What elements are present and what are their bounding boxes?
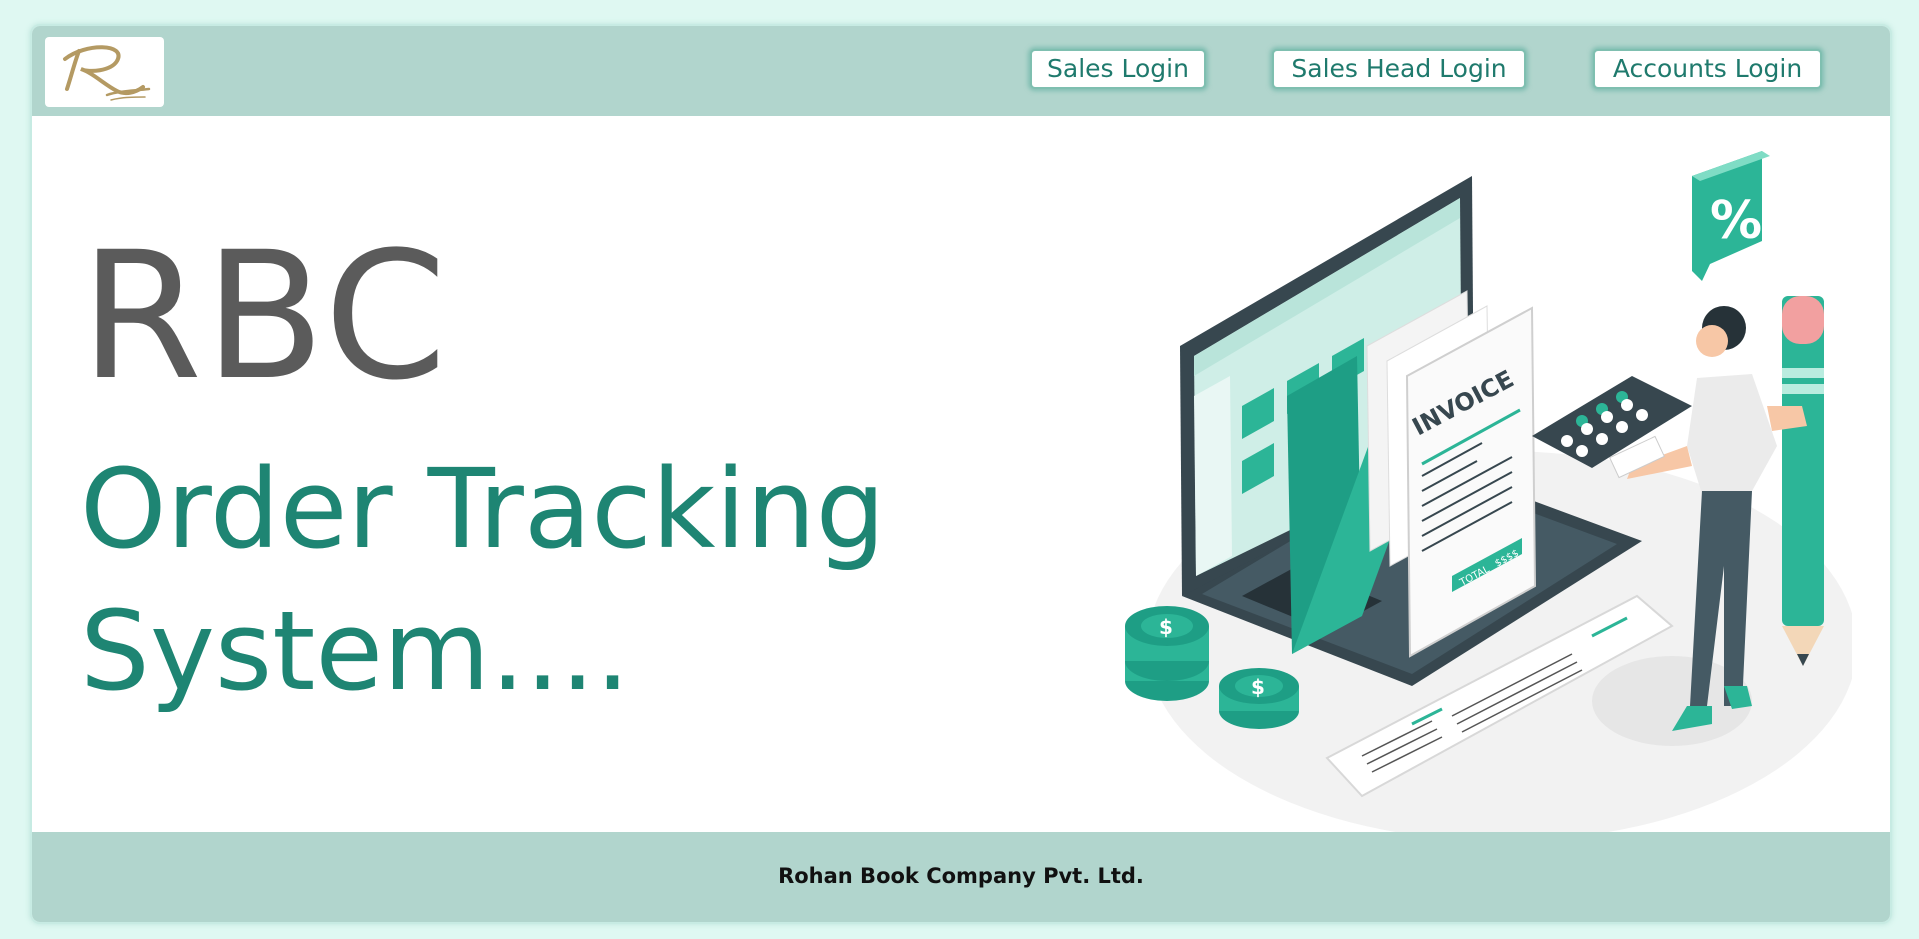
hero-acronym: RBC — [80, 214, 449, 419]
footer-company-name: Rohan Book Company Pvt. Ltd. — [778, 864, 1144, 888]
coin-symbol-2: $ — [1251, 675, 1265, 699]
accounts-login-button[interactable]: Accounts Login — [1593, 49, 1822, 89]
invoice-illustration: INVOICE TOTAL $$$$ % $ $ — [1125, 151, 1852, 841]
hero-title-line1: Order Tracking — [80, 445, 886, 573]
rbc-logo-mark — [63, 45, 151, 101]
coin-stack-icon: $ — [1125, 606, 1209, 701]
pencil-icon — [1782, 296, 1824, 666]
hero-title-line2: System.... — [80, 587, 631, 715]
sales-head-login-button[interactable]: Sales Head Login — [1272, 49, 1526, 89]
sales-login-button[interactable]: Sales Login — [1030, 49, 1206, 89]
calculator-icon — [1532, 211, 1692, 468]
page-footer: Rohan Book Company Pvt. Ltd. — [32, 832, 1890, 922]
coin-stack-small-icon: $ — [1219, 668, 1299, 729]
company-logo[interactable] — [45, 37, 164, 107]
top-header: Sales Login Sales Head Login Accounts Lo… — [32, 26, 1890, 116]
app-frame: Sales Login Sales Head Login Accounts Lo… — [30, 24, 1892, 924]
coin-symbol-1: $ — [1159, 615, 1173, 639]
percent-symbol: % — [1710, 191, 1762, 251]
percent-tag-icon: % — [1692, 151, 1770, 281]
